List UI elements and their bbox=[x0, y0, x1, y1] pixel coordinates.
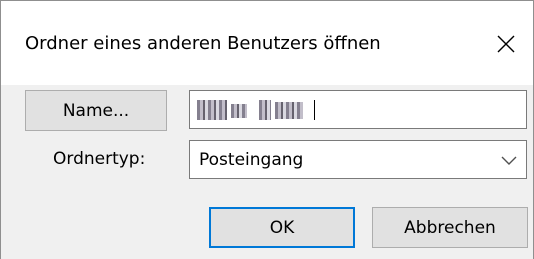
name-button[interactable]: Name... bbox=[25, 90, 167, 131]
folder-type-selected-value: Posteingang bbox=[199, 150, 304, 170]
name-field[interactable] bbox=[189, 90, 527, 129]
redacted-name-value bbox=[197, 100, 315, 120]
chevron-down-icon bbox=[501, 156, 517, 165]
dialog-title: Ordner eines anderen Benutzers öffnen bbox=[25, 33, 381, 54]
title-bar: Ordner eines anderen Benutzers öffnen bbox=[1, 1, 533, 85]
close-button[interactable] bbox=[491, 29, 521, 59]
folder-type-select[interactable]: Posteingang bbox=[189, 140, 527, 179]
cancel-button[interactable]: Abbrechen bbox=[372, 207, 528, 248]
open-other-users-folder-dialog: Ordner eines anderen Benutzers öffnen Na… bbox=[0, 0, 534, 259]
text-cursor bbox=[314, 100, 315, 120]
close-icon bbox=[497, 35, 515, 53]
folder-type-label: Ordnertyp: bbox=[53, 149, 146, 169]
ok-button[interactable]: OK bbox=[209, 207, 355, 248]
